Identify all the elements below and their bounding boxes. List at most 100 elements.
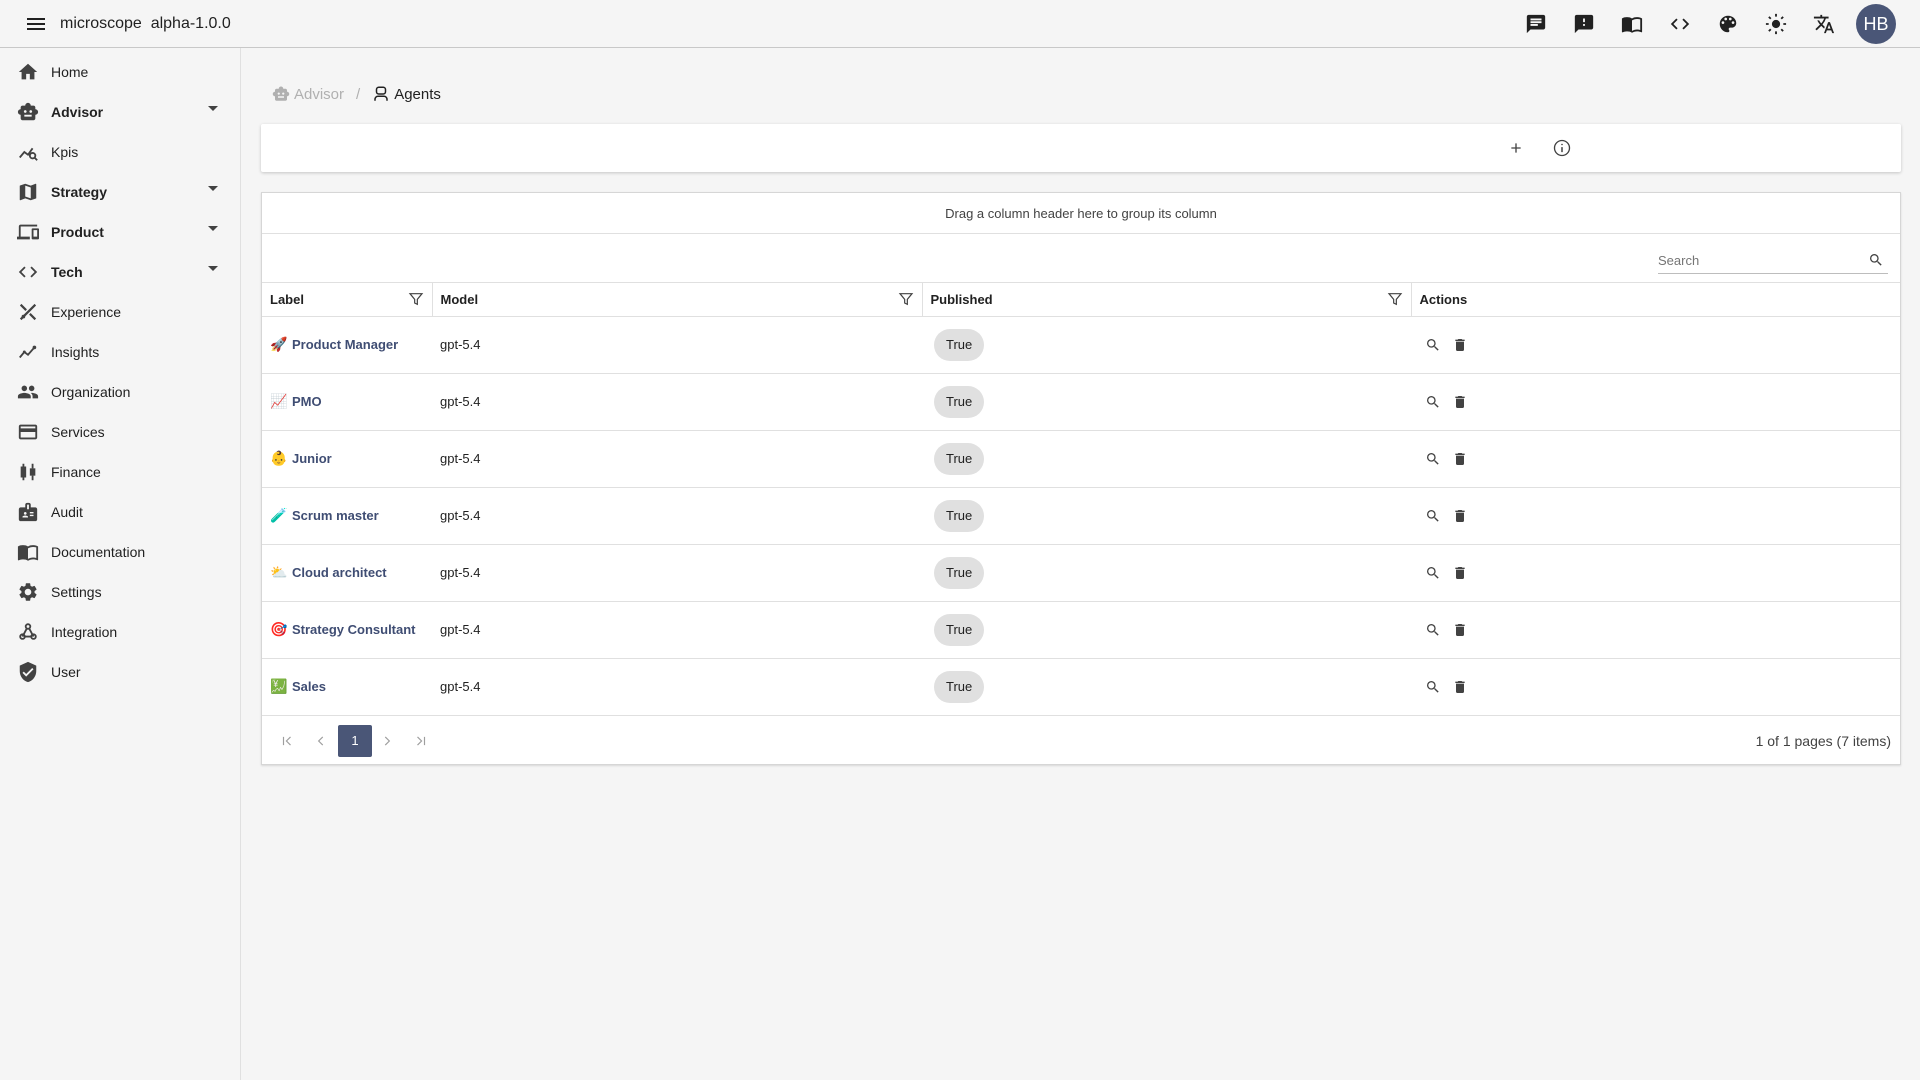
agent-emoji: ⛅ — [270, 564, 288, 581]
table-row: 🧪 Scrum master gpt-5.4 True — [262, 487, 1900, 545]
robot-icon — [272, 85, 290, 103]
sidebar-item-settings[interactable]: Settings — [0, 572, 240, 612]
table-row: 💹 Sales gpt-5.4 True — [262, 658, 1900, 716]
agent-emoji: 🎯 — [270, 621, 288, 638]
sidebar-item-label: Services — [51, 424, 105, 440]
sidebar-item-label: Integration — [51, 624, 118, 640]
column-published-text: Published — [930, 291, 993, 307]
sidebar-item-services[interactable]: Services — [0, 412, 240, 452]
sidebar-item-audit[interactable]: Audit — [0, 492, 240, 532]
main-content: Advisor / Agents Drag a column header he… — [242, 48, 1920, 1080]
book-icon[interactable] — [1608, 0, 1656, 48]
delete-icon[interactable] — [1446, 504, 1473, 528]
last-page-icon[interactable] — [408, 728, 434, 754]
filter-icon[interactable] — [898, 291, 914, 307]
avatar[interactable]: HB — [1856, 4, 1896, 44]
delete-icon[interactable] — [1446, 333, 1473, 357]
agents-table: Label Model Published Actions 🚀 Product M… — [262, 283, 1900, 716]
delete-icon[interactable] — [1446, 618, 1473, 642]
search-row — [262, 234, 1900, 283]
column-header-label[interactable]: Label — [262, 283, 433, 317]
pager: 1 1 of 1 pages (7 items) — [262, 716, 1900, 766]
code-icon[interactable] — [1656, 0, 1704, 48]
sidebar-item-experience[interactable]: Experience — [0, 292, 240, 332]
sidebar-item-advisor[interactable]: Advisor — [0, 92, 240, 132]
palette-icon[interactable] — [1704, 0, 1752, 48]
translate-icon[interactable] — [1800, 0, 1848, 48]
webhook-icon — [16, 620, 40, 644]
agent-label-link[interactable]: Junior — [292, 451, 332, 466]
sidebar-item-finance[interactable]: Finance — [0, 452, 240, 492]
agent-label-link[interactable]: Cloud architect — [292, 565, 387, 580]
delete-icon[interactable] — [1446, 447, 1473, 471]
sidebar-item-product[interactable]: Product — [0, 212, 240, 252]
sidebar-item-documentation[interactable]: Documentation — [0, 532, 240, 572]
view-icon[interactable] — [1419, 561, 1446, 585]
delete-icon[interactable] — [1446, 561, 1473, 585]
sidebar-item-label: Tech — [51, 264, 83, 280]
card-icon — [16, 420, 40, 444]
breadcrumb-separator: / — [356, 85, 361, 103]
app-title: microscope alpha-1.0.0 — [60, 15, 231, 33]
gear-icon — [16, 580, 40, 604]
info-button[interactable] — [1550, 136, 1574, 160]
agent-label-link[interactable]: Sales — [292, 679, 326, 694]
sidebar-item-strategy[interactable]: Strategy — [0, 172, 240, 212]
search-icon[interactable] — [1868, 252, 1884, 268]
sidebar-item-label: Insights — [51, 344, 100, 360]
sidebar-item-organization[interactable]: Organization — [0, 372, 240, 412]
view-icon[interactable] — [1419, 618, 1446, 642]
chevron-down-icon — [208, 106, 218, 111]
toolbar — [261, 124, 1901, 172]
sidebar-item-integration[interactable]: Integration — [0, 612, 240, 652]
next-page-icon[interactable] — [374, 728, 400, 754]
view-icon[interactable] — [1419, 675, 1446, 699]
app-version: alpha-1.0.0 — [150, 14, 231, 32]
delete-icon[interactable] — [1446, 675, 1473, 699]
agent-emoji: 💹 — [270, 678, 288, 695]
first-page-icon[interactable] — [274, 728, 300, 754]
published-chip: True — [934, 385, 985, 418]
top-actions: HB — [1512, 0, 1896, 48]
sidebar-item-label: Settings — [51, 584, 102, 600]
view-icon[interactable] — [1419, 390, 1446, 414]
previous-page-icon[interactable] — [308, 728, 334, 754]
sidebar-item-home[interactable]: Home — [0, 52, 240, 92]
search-input[interactable] — [1658, 253, 1858, 268]
sidebar-item-user[interactable]: User — [0, 652, 240, 692]
view-icon[interactable] — [1419, 504, 1446, 528]
breadcrumb-agents: Agents — [372, 85, 441, 103]
filter-icon[interactable] — [1387, 291, 1403, 307]
breadcrumb-advisor[interactable]: Advisor — [272, 85, 344, 103]
sidebar-item-tech[interactable]: Tech — [0, 252, 240, 292]
add-button[interactable] — [1504, 136, 1528, 160]
brightness-icon[interactable] — [1752, 0, 1800, 48]
agent-label-link[interactable]: Product Manager — [292, 337, 398, 352]
group-panel[interactable]: Drag a column header here to group its c… — [262, 193, 1900, 234]
agents-grid: Drag a column header here to group its c… — [261, 192, 1901, 765]
agent-label-link[interactable]: PMO — [292, 394, 322, 409]
page-1-button[interactable]: 1 — [338, 724, 372, 757]
delete-icon[interactable] — [1446, 390, 1473, 414]
agent-model: gpt-5.4 — [432, 373, 922, 431]
column-header-model[interactable]: Model — [432, 283, 923, 317]
filter-icon[interactable] — [408, 291, 424, 307]
badge-icon — [16, 500, 40, 524]
code-icon — [16, 260, 40, 284]
published-chip: True — [934, 670, 985, 703]
sidebar-item-kpis[interactable]: Kpis — [0, 132, 240, 172]
sidebar-item-label: Documentation — [51, 544, 146, 560]
column-header-published[interactable]: Published — [922, 283, 1412, 317]
agent-icon — [372, 85, 390, 103]
view-icon[interactable] — [1419, 333, 1446, 357]
chat-icon[interactable] — [1512, 0, 1560, 48]
agent-label-link[interactable]: Scrum master — [292, 508, 379, 523]
chevron-down-icon — [208, 266, 218, 271]
sidebar-item-insights[interactable]: Insights — [0, 332, 240, 372]
feedback-icon[interactable] — [1560, 0, 1608, 48]
menu-icon[interactable] — [24, 12, 48, 36]
agent-label-link[interactable]: Strategy Consultant — [292, 622, 416, 637]
sidebar-item-label: Strategy — [51, 184, 108, 200]
robot-icon — [16, 100, 40, 124]
view-icon[interactable] — [1419, 447, 1446, 471]
